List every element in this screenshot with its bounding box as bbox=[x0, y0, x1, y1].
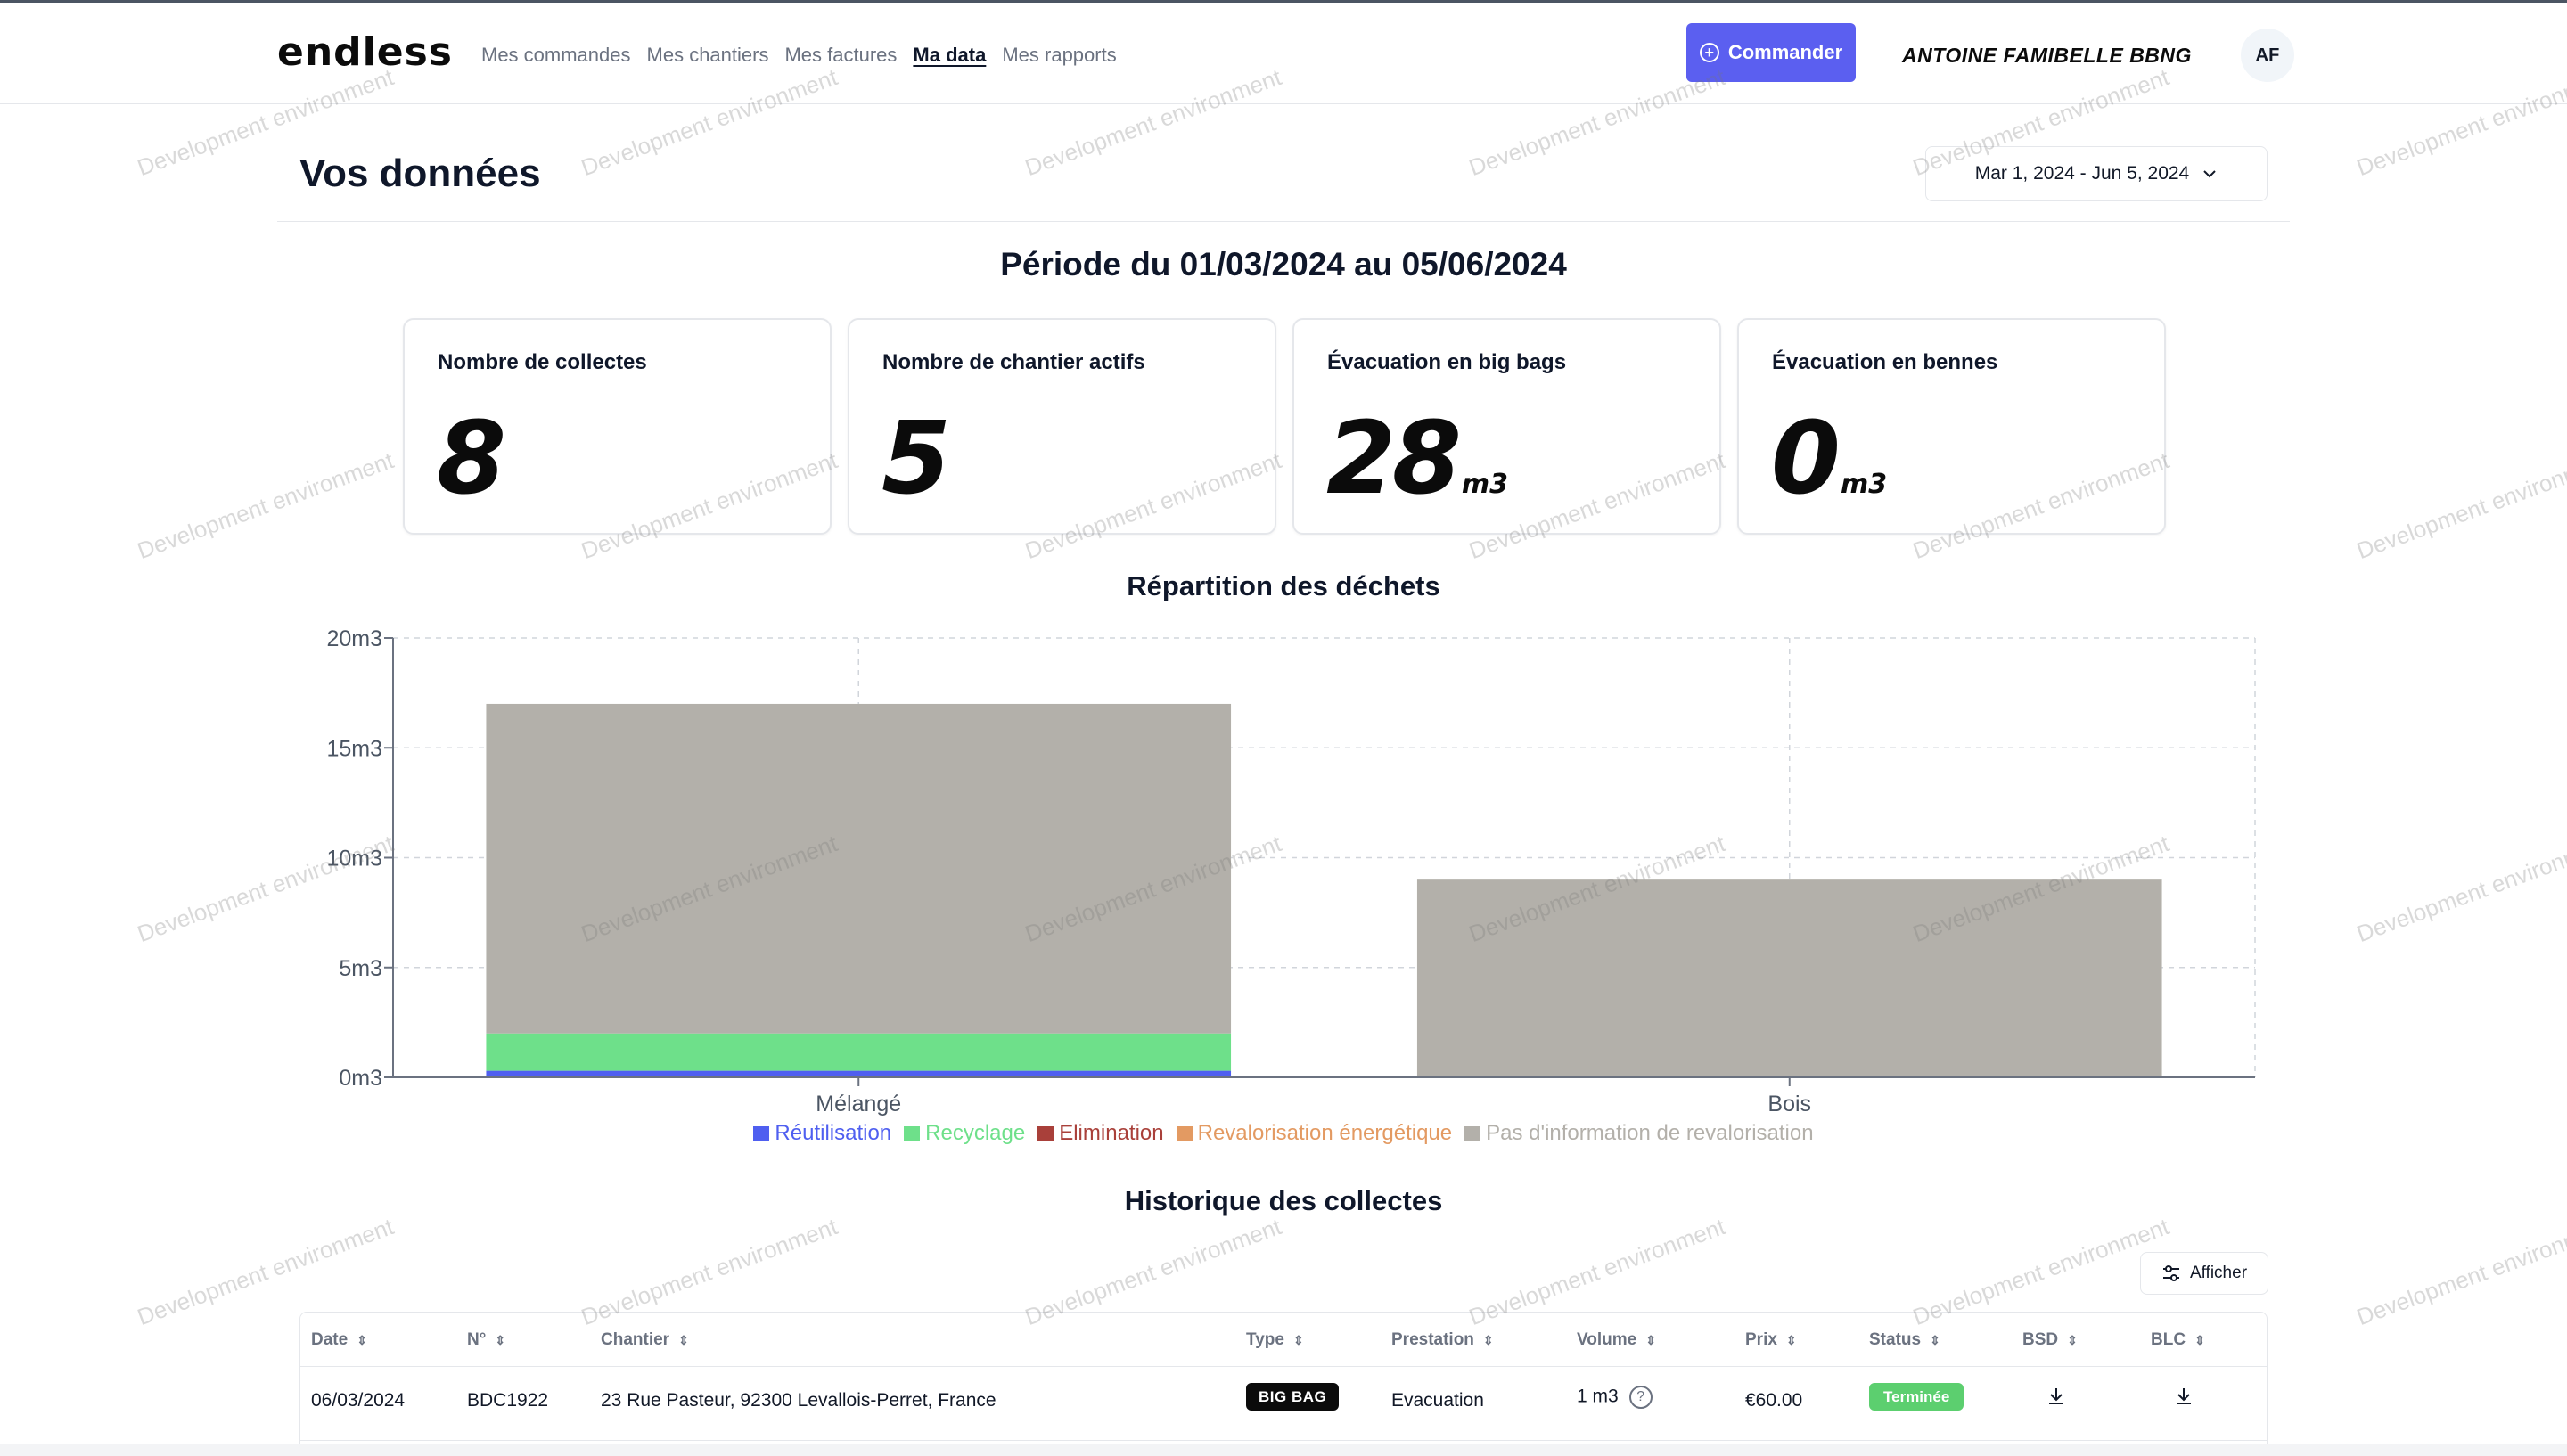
x-tick-label: Mélangé bbox=[816, 1092, 901, 1117]
cell-prix: €60.00 bbox=[1745, 1390, 1803, 1411]
help-icon[interactable]: ? bbox=[1628, 1386, 1653, 1409]
table-header-divider bbox=[300, 1366, 2267, 1367]
legend-label: Revalorisation énergétique bbox=[1197, 1121, 1453, 1145]
y-tick-label: 15m3 bbox=[326, 736, 382, 761]
col-header-blc[interactable]: BLC ⇕ bbox=[2151, 1330, 2205, 1350]
col-header-status[interactable]: Status ⇕ bbox=[1869, 1330, 1940, 1350]
bar-segment bbox=[1416, 879, 2162, 1077]
cell-volume: 1 m3? bbox=[1577, 1386, 1653, 1409]
sort-icon: ⇕ bbox=[1930, 1332, 1940, 1347]
legend-swatch bbox=[1176, 1126, 1193, 1141]
y-tick-label: 0m3 bbox=[339, 1066, 382, 1091]
cell-type: BIG BAG bbox=[1246, 1383, 1340, 1411]
bar-segment bbox=[486, 1070, 1232, 1077]
cell-bsd[interactable] bbox=[2046, 1386, 2067, 1412]
sort-icon: ⇕ bbox=[495, 1332, 506, 1347]
col-header-prestation[interactable]: Prestation ⇕ bbox=[1391, 1330, 1494, 1350]
col-header-bsd[interactable]: BSD ⇕ bbox=[2022, 1330, 2078, 1350]
legend-swatch bbox=[1037, 1126, 1054, 1141]
cell-status: Terminée bbox=[1869, 1383, 1964, 1411]
legend-item[interactable]: Recyclage bbox=[904, 1121, 1025, 1146]
col-header-volume[interactable]: Volume ⇕ bbox=[1577, 1330, 1656, 1350]
bar-segment bbox=[486, 1033, 1232, 1071]
cell-numero: BDC1922 bbox=[467, 1390, 549, 1411]
download-icon[interactable] bbox=[2046, 1386, 2067, 1407]
sort-icon: ⇕ bbox=[678, 1332, 689, 1347]
col-header-chantier[interactable]: Chantier ⇕ bbox=[601, 1330, 689, 1350]
col-header-prix[interactable]: Prix ⇕ bbox=[1745, 1330, 1797, 1350]
legend-swatch bbox=[904, 1126, 921, 1141]
col-header-numero[interactable]: N° ⇕ bbox=[467, 1330, 505, 1350]
history-title: Historique des collectes bbox=[1124, 1185, 1443, 1216]
afficher-button[interactable]: Afficher bbox=[2140, 1252, 2268, 1295]
cell-date: 06/03/2024 bbox=[311, 1390, 406, 1411]
y-tick-label: 20m3 bbox=[326, 626, 382, 651]
legend-swatch bbox=[1464, 1126, 1481, 1141]
legend-swatch bbox=[753, 1126, 770, 1141]
chart-legend: Réutilisation Recyclage Elimination Revalor… bbox=[0, 1121, 2567, 1146]
cell-chantier: 23 Rue Pasteur, 92300 Levallois-Perret, … bbox=[601, 1390, 996, 1411]
sliders-icon bbox=[2162, 1265, 2179, 1281]
y-tick-label: 5m3 bbox=[339, 956, 382, 981]
sort-icon: ⇕ bbox=[1292, 1332, 1304, 1347]
legend-item[interactable]: Pas d'information de revalorisation bbox=[1464, 1121, 1814, 1146]
download-icon[interactable] bbox=[2173, 1386, 2194, 1407]
cell-blc[interactable] bbox=[2173, 1386, 2194, 1412]
legend-item[interactable]: Revalorisation énergétique bbox=[1176, 1121, 1453, 1146]
type-badge: BIG BAG bbox=[1246, 1383, 1340, 1411]
legend-item[interactable]: Réutilisation bbox=[753, 1121, 891, 1146]
waste-chart: 0m3 5m3 10m3 15m3 20m3 Mélangé Bois bbox=[326, 626, 2256, 1117]
status-badge: Terminée bbox=[1869, 1383, 1964, 1411]
legend-label: Réutilisation bbox=[775, 1121, 892, 1145]
cell-prestation: Evacuation bbox=[1391, 1390, 1484, 1411]
y-tick-label: 10m3 bbox=[326, 847, 382, 871]
legend-label: Recyclage bbox=[925, 1121, 1026, 1145]
afficher-label: Afficher bbox=[2189, 1264, 2248, 1282]
col-header-date[interactable]: Date ⇕ bbox=[311, 1330, 367, 1350]
sort-icon: ⇕ bbox=[2067, 1332, 2078, 1347]
sort-icon: ⇕ bbox=[2194, 1332, 2205, 1347]
sort-icon: ⇕ bbox=[357, 1332, 367, 1347]
bottom-edge bbox=[0, 1444, 2567, 1456]
legend-item[interactable]: Elimination bbox=[1037, 1121, 1164, 1146]
col-header-type[interactable]: Type ⇕ bbox=[1246, 1330, 1304, 1350]
legend-label: Elimination bbox=[1059, 1121, 1164, 1145]
bar-segment bbox=[486, 703, 1232, 1034]
x-tick-label: Bois bbox=[1767, 1092, 1811, 1117]
row-divider bbox=[300, 1440, 2267, 1441]
sort-icon: ⇕ bbox=[1645, 1332, 1656, 1347]
sort-icon: ⇕ bbox=[1482, 1332, 1494, 1347]
sort-icon: ⇕ bbox=[1785, 1332, 1797, 1347]
history-table: Date ⇕ N° ⇕ Chantier ⇕ Type ⇕ Prestation ⇕ Vo… bbox=[299, 1312, 2268, 1456]
legend-label: Pas d'information de revalorisation bbox=[1486, 1121, 1814, 1145]
